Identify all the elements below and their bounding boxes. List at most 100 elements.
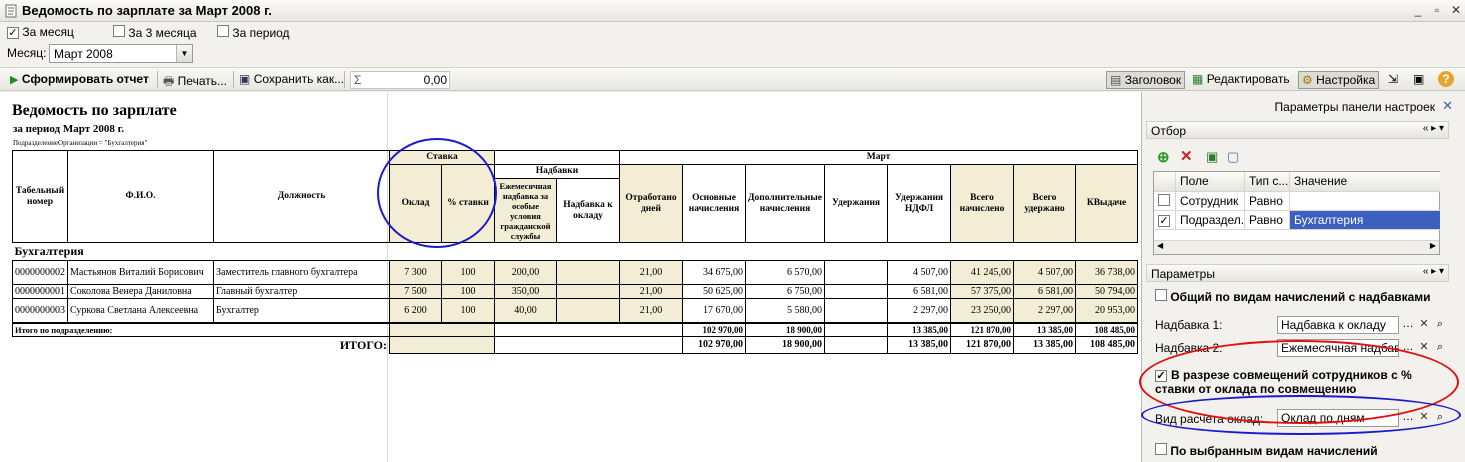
month-label: Месяц: — [7, 46, 47, 60]
check-all-icon[interactable]: ▣ — [1206, 149, 1218, 165]
option-month[interactable]: ✓ За месяц — [7, 25, 74, 39]
calc-type-label: Вид расчета оклад: — [1155, 412, 1264, 426]
report-filter: ПодразделениеОрганизации = "Бухгалтерия" — [13, 139, 148, 147]
delete-icon[interactable]: ✕ — [1180, 147, 1193, 165]
subtotal-row: Итого по подразделению: 102 970,00 18 90… — [12, 321, 1139, 337]
params-section-header[interactable]: Параметры « ▸ ▾ — [1146, 264, 1449, 282]
sigma-icon: Σ — [354, 73, 362, 87]
group-row: Бухгалтерия — [12, 242, 1138, 261]
minimize-button[interactable]: _ — [1409, 2, 1427, 19]
header-toggle-button[interactable]: ▤ Заголовок — [1106, 71, 1186, 89]
report-area[interactable]: Ведомость по зарплате за период Март 200… — [0, 92, 1142, 462]
col-oklad: Оклад — [389, 164, 442, 243]
col-oklad-bonus: Надбавка к окладу — [556, 178, 620, 243]
col-basic: Основные начисления — [682, 164, 746, 243]
horizontal-scrollbar[interactable]: ◀ ▶ — [1154, 240, 1439, 254]
chevron-down-icon[interactable]: ▼ — [176, 45, 192, 62]
close-button[interactable]: ✕ — [1447, 2, 1465, 19]
separator — [233, 71, 234, 88]
floppy-icon: ▣ — [239, 72, 251, 86]
checkbox-checked-icon[interactable]: ✓ — [1155, 370, 1167, 382]
clear-icon[interactable]: ✕ — [1416, 410, 1432, 426]
generate-report-button[interactable]: ▶ Сформировать отчет — [10, 72, 149, 86]
document-icon — [5, 4, 17, 18]
col-deductions: Удержания — [824, 164, 889, 243]
help-icon[interactable]: ? — [1438, 71, 1454, 87]
save-as-button[interactable]: ▣ Сохранить как... — [239, 72, 344, 86]
ellipsis-button[interactable]: … — [1400, 410, 1416, 426]
filter-col-field[interactable]: Поле — [1176, 172, 1245, 192]
filter-value[interactable] — [1290, 192, 1440, 211]
print-button[interactable]: 🖶 Печать... — [163, 72, 227, 93]
col-stavka: Ставка — [389, 150, 495, 165]
edit-button[interactable]: ▦ Редактировать — [1192, 72, 1290, 86]
bonus2-label: Надбавка 2: — [1155, 341, 1223, 355]
col-monthly-bonus: Ежемесячная надбавка за особые условия г… — [494, 178, 557, 243]
scroll-right-icon[interactable]: ▶ — [1430, 241, 1436, 250]
option-3-months[interactable]: За 3 месяца — [113, 25, 197, 40]
close-icon[interactable]: ✕ — [1442, 98, 1453, 114]
collapse-icon[interactable]: « ▸ ▾ — [1423, 266, 1444, 277]
filter-type[interactable]: Равно — [1245, 192, 1290, 211]
checkbox-icon[interactable] — [1158, 194, 1170, 206]
save-settings-icon[interactable]: ▣ — [1413, 72, 1424, 86]
calc-type-field[interactable]: Оклад по дням — [1277, 409, 1399, 427]
panel-title: Параметры панели настроек — [1274, 100, 1435, 114]
option-period[interactable]: За период — [217, 25, 290, 40]
general-option[interactable]: Общий по видам начислений с надбавками — [1155, 289, 1431, 304]
search-icon[interactable]: ⌕ — [1432, 340, 1448, 356]
header-icon: ▤ — [1110, 73, 1122, 87]
toolbar: ▶ Сформировать отчет 🖶 Печать... ▣ Сохра… — [0, 67, 1465, 91]
search-icon[interactable]: ⌕ — [1432, 410, 1448, 426]
month-select[interactable]: Март 2008 ▼ — [49, 44, 193, 63]
filter-col-value[interactable]: Значение — [1290, 172, 1440, 192]
checkbox-icon[interactable] — [217, 25, 229, 37]
col-month: Март — [618, 150, 1139, 165]
col-ndfl: Удержания НДФЛ — [887, 164, 952, 243]
table-row: 0000000002 Мастьянов Виталий Борисович З… — [12, 260, 1139, 285]
settings-panel: Параметры панели настроек ✕ Отбор « ▸ ▾ … — [1139, 92, 1465, 462]
checkbox-checked-icon[interactable]: ✓ — [7, 27, 19, 39]
col-position: Должность — [213, 150, 390, 243]
filter-field[interactable]: Подраздел... — [1176, 211, 1245, 230]
settings-toggle-button[interactable]: ⚙ Настройка — [1298, 71, 1380, 89]
col-percent: % ставки — [441, 164, 495, 243]
col-total-withheld: Всего удержано — [1013, 164, 1077, 243]
bonus1-label: Надбавка 1: — [1155, 318, 1223, 332]
add-icon[interactable]: ⊕ — [1157, 148, 1170, 166]
col-nadbavki: Надбавки — [494, 164, 620, 179]
ellipsis-button[interactable]: … — [1400, 317, 1416, 333]
col-additional: Дополнительные начисления — [744, 164, 826, 243]
filter-value-selected[interactable]: Бухгалтерия — [1290, 211, 1440, 230]
selected-types-option[interactable]: По выбранным видам начислений — [1155, 443, 1378, 458]
checkbox-icon[interactable] — [113, 25, 125, 37]
checkbox-icon[interactable] — [1155, 289, 1167, 301]
combine-option[interactable]: ✓ В разрезе совмещений сотрудников с % с… — [1155, 368, 1445, 396]
total-row: ИТОГО: 102 970,00 18 900,00 13 385,00 12… — [13, 335, 1139, 354]
bonus1-field[interactable]: Надбавка к окладу — [1277, 316, 1399, 334]
scroll-left-icon[interactable]: ◀ — [1157, 241, 1163, 250]
clear-icon[interactable]: ✕ — [1416, 317, 1432, 333]
settings-icon: ⚙ — [1302, 73, 1313, 87]
table-row: 0000000001 Соколова Венера Даниловна Гла… — [12, 284, 1139, 299]
sum-field: Σ 0,00 — [350, 71, 450, 89]
checkbox-checked-icon[interactable]: ✓ — [1158, 215, 1170, 227]
checkbox-icon[interactable] — [1155, 443, 1167, 455]
filter-section-header[interactable]: Отбор « ▸ ▾ — [1146, 121, 1449, 139]
filter-type[interactable]: Равно — [1245, 211, 1290, 230]
separator — [344, 71, 345, 88]
title-bar: Ведомость по зарплате за Март 2008 г. _ … — [0, 0, 1465, 22]
col-to-pay: КВыдаче — [1075, 164, 1139, 243]
filter-col-type[interactable]: Тип с... — [1245, 172, 1290, 192]
export-icon[interactable]: ⇲ — [1388, 72, 1398, 86]
clear-icon[interactable]: ✕ — [1416, 340, 1432, 356]
filter-table[interactable]: Поле Тип с... Значение Сотрудник Равно ✓… — [1153, 171, 1440, 255]
search-icon[interactable]: ⌕ — [1432, 317, 1448, 333]
bonus2-field[interactable]: Ежемесячная надбавка — [1277, 339, 1399, 357]
collapse-icon[interactable]: « ▸ ▾ — [1423, 123, 1444, 134]
ellipsis-button[interactable]: … — [1400, 340, 1416, 356]
window-title: Ведомость по зарплате за Март 2008 г. — [22, 3, 272, 18]
maximize-button[interactable]: ▫ — [1428, 2, 1446, 19]
uncheck-all-icon[interactable]: ▢ — [1227, 149, 1239, 165]
filter-field[interactable]: Сотрудник — [1176, 192, 1245, 211]
